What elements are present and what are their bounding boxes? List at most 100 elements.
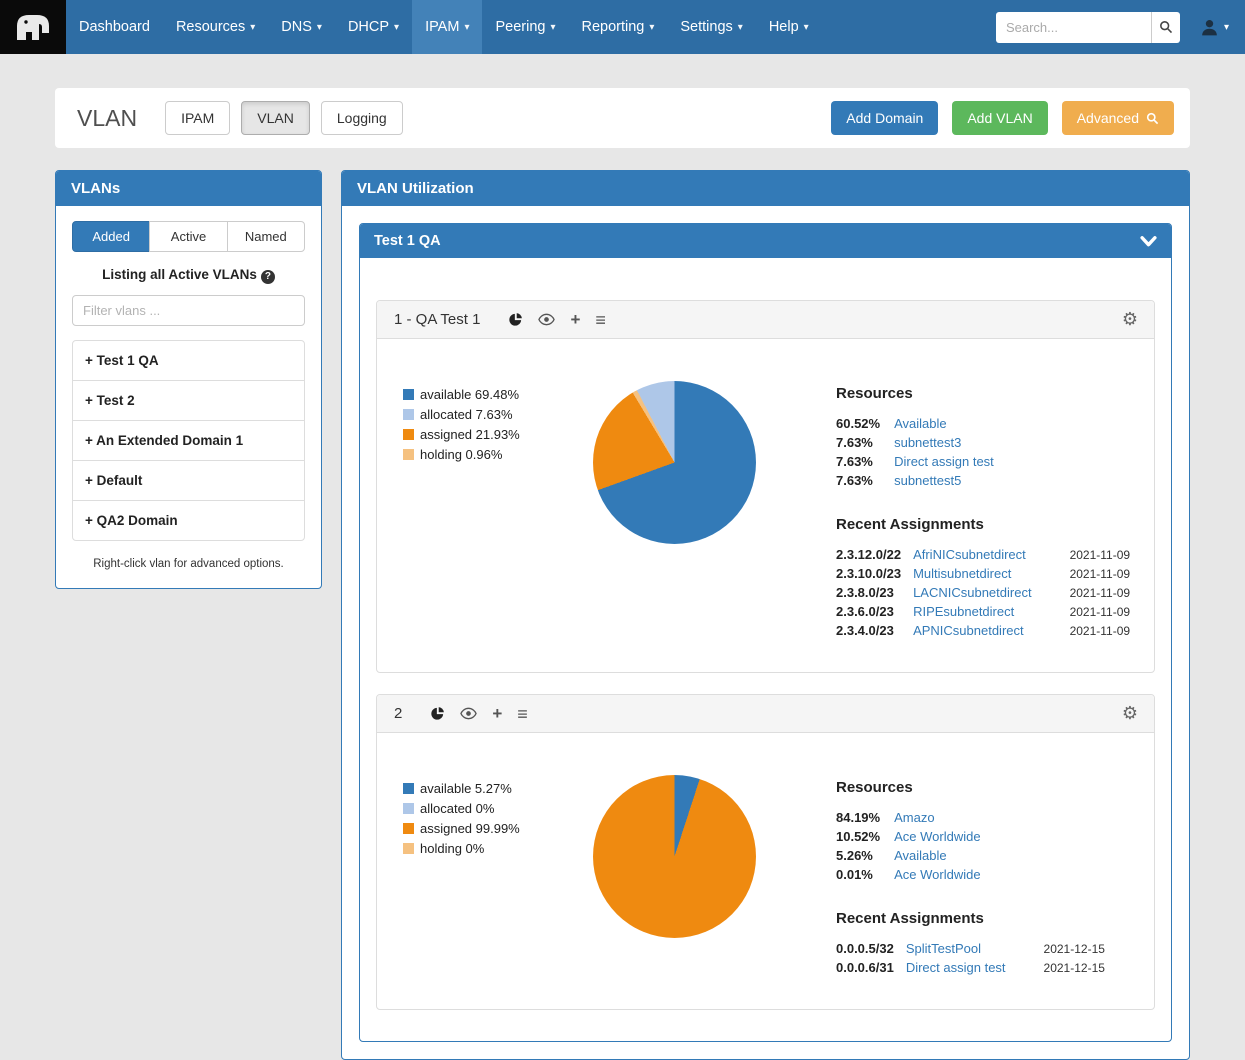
resource-link[interactable]: Ace Worldwide xyxy=(894,865,980,884)
tab-vlan[interactable]: VLAN xyxy=(241,101,310,135)
resource-link[interactable]: subnettest5 xyxy=(894,471,994,490)
resource-link[interactable]: Amazo xyxy=(894,808,980,827)
menu-icon[interactable]: ≡ xyxy=(595,311,606,329)
nav-item-ipam[interactable]: IPAM▾ xyxy=(412,0,482,54)
vlan-utilization-panel: VLAN Utilization Test 1 QA 1 - QA Test 1 xyxy=(341,170,1190,1060)
nav-label: Peering xyxy=(495,19,545,35)
resource-pct: 5.26% xyxy=(836,846,894,865)
search-input[interactable] xyxy=(996,12,1151,43)
section-title: 2 xyxy=(394,705,402,722)
assignment-row: 2.3.6.0/23RIPEsubnetdirect2021-11-09 xyxy=(836,602,1130,621)
resource-link[interactable]: Available xyxy=(894,414,994,433)
vlan-utilization-heading: VLAN Utilization xyxy=(342,171,1189,206)
tab-added[interactable]: Added xyxy=(72,221,150,252)
user-menu[interactable]: ▾ xyxy=(1200,18,1229,37)
tab-active[interactable]: Active xyxy=(149,221,227,252)
help-icon[interactable]: ? xyxy=(261,270,275,284)
vlan-list-item[interactable]: + QA2 Domain xyxy=(73,501,304,540)
resource-row: 84.19%Amazo xyxy=(836,808,981,827)
vlan-list-item[interactable]: + An Extended Domain 1 xyxy=(73,421,304,461)
gear-icon[interactable]: ⚙ xyxy=(1122,309,1138,330)
nav-label: Settings xyxy=(680,19,732,35)
pie-chart-icon[interactable] xyxy=(508,312,523,327)
caret-down-icon: ▾ xyxy=(804,22,809,33)
section-body: available 69.48% allocated 7.63% assigne… xyxy=(377,339,1154,672)
resource-row: 5.26%Available xyxy=(836,846,981,865)
add-vlan-button[interactable]: Add VLAN xyxy=(952,101,1047,135)
tab-named[interactable]: Named xyxy=(227,221,305,252)
assignment-link[interactable]: RIPEsubnetdirect xyxy=(913,602,1070,621)
resource-link[interactable]: Direct assign test xyxy=(894,452,994,471)
search-button[interactable] xyxy=(1151,12,1180,43)
domain-panel-heading[interactable]: Test 1 QA xyxy=(360,224,1171,258)
vlans-panel-heading: VLANs xyxy=(56,171,321,206)
utilization-pie-chart[interactable] xyxy=(593,775,756,938)
vlan-list-item[interactable]: + Test 1 QA xyxy=(73,341,304,381)
vlan-list-item[interactable]: + Test 2 xyxy=(73,381,304,421)
assignment-cidr: 2.3.10.0/23 xyxy=(836,564,913,583)
plus-icon[interactable]: + xyxy=(492,705,502,722)
plus-icon[interactable]: + xyxy=(570,311,580,328)
nav-item-resources[interactable]: Resources▾ xyxy=(163,0,268,54)
tab-ipam[interactable]: IPAM xyxy=(165,101,230,135)
assignment-date: 2021-11-09 xyxy=(1070,545,1131,564)
eye-icon[interactable] xyxy=(460,707,477,720)
nav-item-settings[interactable]: Settings▾ xyxy=(667,0,755,54)
resource-link[interactable]: Ace Worldwide xyxy=(894,827,980,846)
advanced-button[interactable]: Advanced xyxy=(1062,101,1174,135)
assignment-link[interactable]: Direct assign test xyxy=(906,958,1044,977)
user-icon xyxy=(1200,18,1219,37)
search-icon xyxy=(1146,112,1159,125)
gear-icon[interactable]: ⚙ xyxy=(1122,703,1138,724)
assignment-cidr: 2.3.6.0/23 xyxy=(836,602,913,621)
legend-swatch xyxy=(403,823,414,834)
app-logo[interactable] xyxy=(0,0,66,54)
menu-icon[interactable]: ≡ xyxy=(517,705,528,723)
eye-icon[interactable] xyxy=(538,313,555,326)
assignment-link[interactable]: SplitTestPool xyxy=(906,939,1044,958)
assignment-date: 2021-11-09 xyxy=(1070,602,1131,621)
nav-item-dhcp[interactable]: DHCP▾ xyxy=(335,0,412,54)
assignment-row: 2.3.4.0/23APNICsubnetdirect2021-11-09 xyxy=(836,621,1130,640)
section-body: available 5.27% allocated 0% assigned 99… xyxy=(377,733,1154,1009)
section-details: Resources 84.19%Amazo 10.52%Ace Worldwid… xyxy=(836,775,1136,977)
legend-label: allocated 7.63% xyxy=(420,407,513,422)
tab-logging[interactable]: Logging xyxy=(321,101,403,135)
resources-title: Resources xyxy=(836,385,1136,402)
vlan-list-item[interactable]: + Default xyxy=(73,461,304,501)
assignment-date: 2021-11-09 xyxy=(1070,621,1131,640)
resources-title: Resources xyxy=(836,779,1136,796)
assignment-link[interactable]: LACNICsubnetdirect xyxy=(913,583,1070,602)
vlan-utilization-title: VLAN Utilization xyxy=(357,180,474,197)
vlan-list: + Test 1 QA + Test 2 + An Extended Domai… xyxy=(72,340,305,541)
nav-item-dashboard[interactable]: Dashboard xyxy=(66,0,163,54)
utilization-pie-chart[interactable] xyxy=(593,381,756,544)
assignment-link[interactable]: Multisubnetdirect xyxy=(913,564,1070,583)
legend-row: holding 0% xyxy=(403,841,565,856)
assignment-link[interactable]: AfriNICsubnetdirect xyxy=(913,545,1070,564)
legend-swatch xyxy=(403,389,414,400)
nav-item-help[interactable]: Help▾ xyxy=(756,0,822,54)
resource-link[interactable]: subnettest3 xyxy=(894,433,994,452)
nav-item-reporting[interactable]: Reporting▾ xyxy=(568,0,667,54)
assignment-link[interactable]: APNICsubnetdirect xyxy=(913,621,1070,640)
filter-vlans-input[interactable] xyxy=(72,295,305,326)
chevron-down-icon[interactable] xyxy=(1140,235,1157,248)
assignments-list: 0.0.0.5/32SplitTestPool2021-12-15 0.0.0.… xyxy=(836,939,1105,977)
legend-label: holding 0% xyxy=(420,841,484,856)
top-navbar: Dashboard Resources▾ DNS▾ DHCP▾ IPAM▾ Pe… xyxy=(0,0,1245,54)
resource-row: 60.52%Available xyxy=(836,414,994,433)
assignment-cidr: 0.0.0.5/32 xyxy=(836,939,906,958)
vlans-panel: VLANs Added Active Named Listing all Act… xyxy=(55,170,322,589)
nav-item-dns[interactable]: DNS▾ xyxy=(268,0,335,54)
resource-row: 0.01%Ace Worldwide xyxy=(836,865,981,884)
legend-label: available 69.48% xyxy=(420,387,519,402)
advanced-label: Advanced xyxy=(1077,110,1139,126)
pie-chart-icon[interactable] xyxy=(430,706,445,721)
add-domain-button[interactable]: Add Domain xyxy=(831,101,938,135)
assignment-date: 2021-11-09 xyxy=(1070,583,1131,602)
nav-item-peering[interactable]: Peering▾ xyxy=(482,0,568,54)
add-vlan-label: Add VLAN xyxy=(967,110,1032,126)
resource-link[interactable]: Available xyxy=(894,846,980,865)
legend-label: assigned 99.99% xyxy=(420,821,520,836)
